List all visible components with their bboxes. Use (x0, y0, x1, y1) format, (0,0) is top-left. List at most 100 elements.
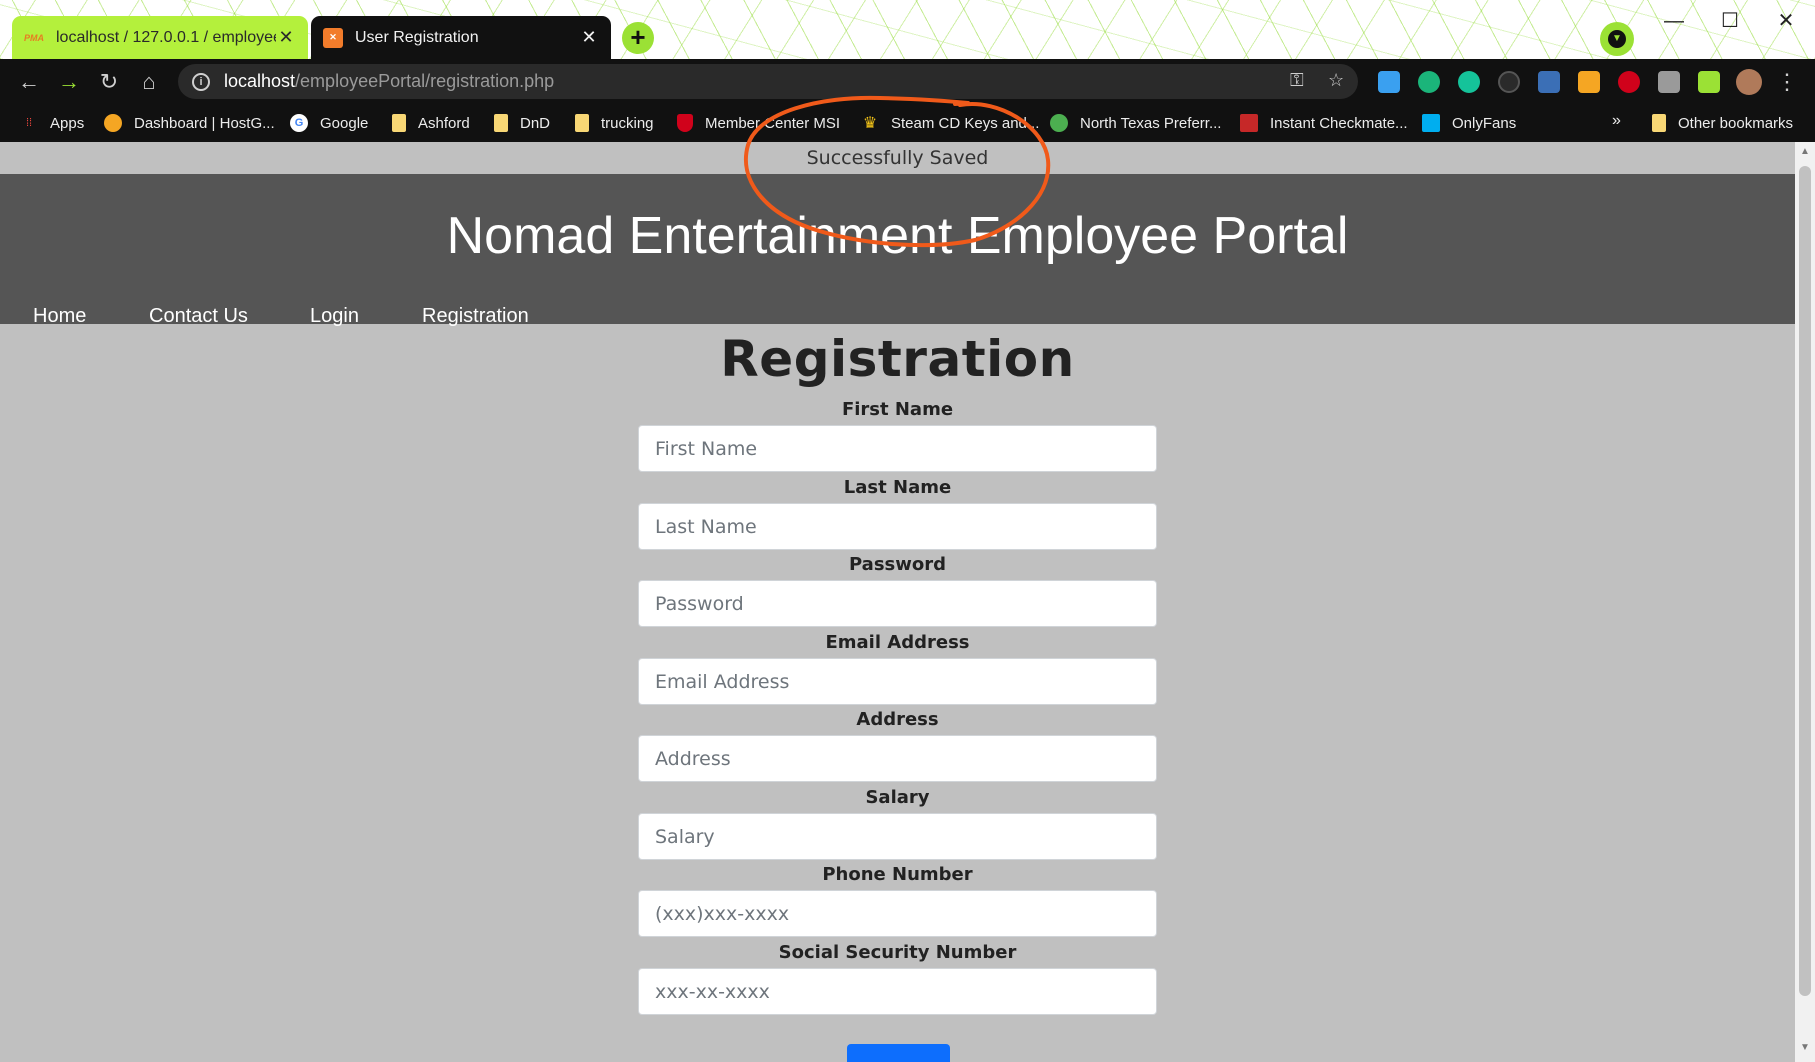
b-extension-icon[interactable] (1618, 71, 1640, 93)
address-bar[interactable]: i localhost /employeePortal/registration… (178, 64, 1358, 99)
phone-label: Phone Number (822, 864, 973, 885)
first-name-label: First Name (841, 399, 954, 420)
extension-badge-icon[interactable] (1418, 71, 1440, 93)
google-icon: G (290, 114, 308, 132)
email-group: Email Address (638, 632, 1157, 705)
site-title: Nomad Entertainment Employee Portal (446, 207, 1349, 265)
back-icon[interactable]: ← (12, 65, 46, 99)
tab-title: User Registration (355, 28, 479, 46)
page-scrollbar[interactable]: ▲ ▼ (1795, 142, 1815, 1062)
bookmark-label: Other bookmarks (1678, 114, 1794, 132)
address-group: Address (638, 709, 1157, 782)
nav-login[interactable]: Login (310, 305, 359, 328)
password-group: Password (638, 554, 1157, 627)
email-input[interactable] (638, 658, 1157, 705)
more-bookmarks-button[interactable]: » (1612, 112, 1621, 130)
tab-strip: PMA localhost / 127.0.0.1 / employeep ✕ … (0, 0, 1815, 59)
bookmarks-bar: ⁞⁞ Apps Dashboard | HostG... G Google As… (0, 104, 1815, 142)
url-path: /employeePortal/registration.php (295, 71, 555, 91)
key-icon[interactable]: ⚿ (1290, 70, 1304, 91)
crown-icon: ♛ (862, 115, 878, 132)
first-name-input[interactable] (638, 425, 1157, 472)
bookmark-ashford[interactable]: Ashford (392, 104, 470, 142)
image-extension-icon[interactable] (1578, 71, 1600, 93)
salary-label: Salary (865, 787, 930, 808)
reload-icon[interactable]: ↻ (92, 65, 126, 99)
last-name-label: Last Name (843, 477, 952, 498)
bookmark-onlyfans[interactable]: OnlyFans (1422, 104, 1516, 142)
menu-icon[interactable]: ⋮ (1770, 65, 1804, 99)
bookmark-google[interactable]: G Google (290, 104, 368, 142)
scroll-up-icon[interactable]: ▲ (1799, 146, 1811, 158)
bookmark-label: North Texas Preferr... (1080, 114, 1222, 132)
puzzle-icon[interactable] (1698, 71, 1720, 93)
bookmark-apps[interactable]: ⁞⁞ Apps (20, 104, 84, 142)
globe-icon (1050, 114, 1068, 132)
ssn-label: Social Security Number (778, 942, 1017, 963)
star-icon[interactable]: ☆ (1328, 70, 1344, 91)
last-name-input[interactable] (638, 503, 1157, 550)
password-label: Password (848, 554, 947, 575)
bookmark-steam-cd-keys[interactable]: ♛ Steam CD Keys and... (861, 104, 1040, 142)
bookmark-north-texas[interactable]: North Texas Preferr... (1050, 104, 1221, 142)
close-window-icon[interactable]: ✕ (1766, 6, 1806, 36)
folder-icon (1652, 114, 1666, 132)
close-icon[interactable]: ✕ (579, 27, 599, 48)
bookmark-label: Member Center MSI (705, 114, 841, 132)
bookmark-label: Google (320, 114, 369, 132)
tab-user-registration[interactable]: ✕ User Registration ✕ (311, 16, 611, 59)
bookmark-label: Instant Checkmate... (1270, 114, 1408, 132)
salary-input[interactable] (638, 813, 1157, 860)
home-icon[interactable]: ⌂ (132, 65, 166, 99)
megaphone-icon[interactable] (1538, 71, 1560, 93)
cloud-extension-icon[interactable] (1378, 71, 1400, 93)
xampp-icon: ✕ (323, 27, 343, 48)
other-bookmarks[interactable]: Other bookmarks (1652, 104, 1793, 142)
bookmark-trucking[interactable]: trucking (575, 104, 654, 142)
scroll-thumb[interactable] (1799, 166, 1811, 996)
url-host: localhost (224, 71, 296, 91)
msi-shield-icon (677, 114, 693, 132)
nav-home[interactable]: Home (33, 305, 86, 328)
bookmark-label: OnlyFans (1452, 114, 1517, 132)
bookmark-hostgator[interactable]: Dashboard | HostG... (104, 104, 275, 142)
ssn-group: Social Security Number (638, 942, 1157, 1015)
form-title: Registration (720, 330, 1075, 388)
scroll-down-icon[interactable]: ▼ (1799, 1042, 1811, 1054)
page-content: Successfully Saved Nomad Entertainment E… (0, 142, 1795, 1062)
checkmate-icon (1240, 114, 1258, 132)
close-icon[interactable]: ✕ (276, 27, 296, 48)
ssn-input[interactable] (638, 968, 1157, 1015)
address-label: Address (856, 709, 939, 730)
phone-input[interactable] (638, 890, 1157, 937)
first-name-group: First Name (638, 399, 1157, 472)
minimize-icon[interactable]: — (1654, 6, 1694, 36)
forward-icon[interactable]: → (52, 65, 86, 99)
grammarly-icon[interactable] (1458, 71, 1480, 93)
password-input[interactable] (638, 580, 1157, 627)
profile-dropdown-icon[interactable]: ▼ (1600, 22, 1634, 56)
address-input[interactable] (638, 735, 1157, 782)
onlyfans-icon (1422, 114, 1440, 132)
site-header: Nomad Entertainment Employee Portal Home… (0, 174, 1795, 327)
avatar[interactable] (1736, 69, 1762, 95)
nav-contact-us[interactable]: Contact Us (149, 305, 248, 328)
pma-icon: PMA (24, 32, 44, 43)
bookmark-label: Steam CD Keys and... (891, 114, 1040, 132)
browser-window: PMA localhost / 127.0.0.1 / employeep ✕ … (0, 0, 1815, 1062)
nav-registration[interactable]: Registration (422, 305, 529, 328)
bookmark-dnd[interactable]: DnD (494, 104, 550, 142)
submit-button[interactable] (847, 1044, 950, 1062)
tab-phpmyadmin[interactable]: PMA localhost / 127.0.0.1 / employeep ✕ (12, 16, 308, 59)
bookmark-label: trucking (601, 114, 654, 132)
extension-icon[interactable] (1498, 71, 1520, 93)
extension-icon[interactable] (1658, 71, 1680, 93)
maximize-icon[interactable]: ☐ (1710, 6, 1750, 36)
info-icon[interactable]: i (192, 72, 210, 91)
folder-icon (494, 114, 508, 132)
bookmark-msi[interactable]: Member Center MSI (677, 104, 840, 142)
folder-icon (392, 114, 406, 132)
bookmark-instant-checkmate[interactable]: Instant Checkmate... (1240, 104, 1408, 142)
new-tab-button[interactable]: + (622, 22, 654, 54)
last-name-group: Last Name (638, 477, 1157, 550)
